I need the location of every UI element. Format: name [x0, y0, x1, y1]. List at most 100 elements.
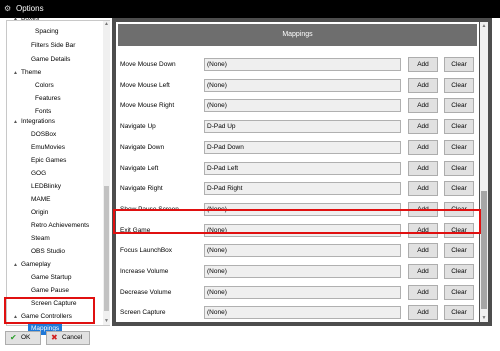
mapping-value-field[interactable]: (None) [204, 202, 401, 216]
mapping-value-field[interactable]: (None) [204, 285, 401, 299]
mapping-value-field[interactable]: (None) [204, 306, 401, 320]
mapping-label: Screen Capture [120, 309, 166, 317]
mapping-value-field[interactable]: (None) [204, 223, 401, 237]
mapping-value-field[interactable]: D-Pad Right [204, 182, 401, 196]
clear-button[interactable]: Clear [444, 222, 474, 238]
clear-button[interactable]: Clear [444, 264, 474, 279]
clear-button[interactable]: Clear [444, 181, 474, 197]
mappings-header: Mappings [118, 24, 477, 46]
sidebar-item-label: Screen Capture [31, 300, 77, 307]
sidebar-item-label: Features [35, 95, 61, 102]
mapping-row: Screen Capture (None) Add Clear [116, 303, 479, 322]
sidebar-item-label: Game Details [31, 56, 71, 63]
expand-arrow-icon[interactable]: ▲ [13, 116, 19, 128]
clear-button[interactable]: Clear [444, 98, 474, 114]
clear-button[interactable]: Clear [444, 160, 474, 176]
add-button[interactable]: Add [408, 160, 438, 176]
add-button[interactable]: Add [408, 57, 438, 72]
mapping-row: Exit Game (None) Add Clear [116, 221, 479, 241]
scroll-down-icon[interactable]: ▼ [480, 314, 488, 322]
clear-button[interactable]: Clear [444, 305, 474, 321]
clear-button[interactable]: Clear [444, 77, 474, 93]
expand-arrow-icon[interactable]: ▲ [13, 259, 19, 271]
sidebar-item-label: Colors [35, 82, 54, 89]
sidebar-item-label: Game Pause [31, 287, 69, 294]
clear-button[interactable]: Clear [444, 139, 474, 155]
cancel-button[interactable]: ✖ Cancel [46, 331, 90, 345]
mapping-row: Decrease Volume (None) Add Clear [116, 283, 479, 303]
add-button[interactable]: Add [408, 201, 438, 217]
mapping-row: Move Mouse Down (None) Add Clear [116, 55, 479, 75]
mapping-row: Navigate Left D-Pad Left Add Clear [116, 159, 479, 179]
expand-arrow-icon[interactable]: ▲ [13, 13, 19, 25]
cancel-icon: ✖ [51, 333, 58, 342]
mapping-label: Decrease Volume [120, 288, 172, 296]
sidebar-item-label: Theme [21, 69, 42, 76]
mappings-scrollbar[interactable]: ▲ ▼ [480, 22, 488, 322]
mapping-label: Show Pause Screen [120, 205, 179, 213]
sidebar-item-label: MAME [31, 196, 51, 203]
mapping-label: Navigate Left [120, 164, 159, 172]
sidebar-item-label: Retro Achievements [31, 222, 90, 229]
mapping-label: Move Mouse Right [120, 102, 175, 110]
clear-button[interactable]: Clear [444, 243, 474, 259]
add-button[interactable]: Add [408, 119, 438, 135]
sidebar-item-label: Epic Games [31, 157, 67, 164]
sidebar-item-label: Game Controllers [21, 313, 72, 320]
expand-arrow-icon[interactable]: ▲ [13, 67, 19, 79]
mapping-label: Move Mouse Left [120, 81, 170, 89]
add-button[interactable]: Add [408, 98, 438, 114]
add-button[interactable]: Add [408, 243, 438, 259]
mappings-content: Mappings Move Mouse Down (None) Add Clear Mo… [116, 22, 479, 322]
clear-button[interactable]: Clear [444, 119, 474, 135]
sidebar-item-label: Integrations [21, 118, 55, 125]
mapping-row: Navigate Up D-Pad Up Add Clear [116, 117, 479, 137]
mapping-row: Navigate Right D-Pad Right Add Clear [116, 179, 479, 199]
add-button[interactable]: Add [408, 264, 438, 279]
clear-button[interactable]: Clear [444, 284, 474, 300]
mapping-row: Increase Volume (None) Add Clear [116, 262, 479, 282]
checkmark-icon: ✔ [10, 333, 17, 342]
sidebar-scrollbar[interactable]: ▲ ▼ [103, 21, 110, 325]
add-button[interactable]: Add [408, 181, 438, 197]
mapping-value-field[interactable]: D-Pad Down [204, 140, 401, 154]
mapping-value-field[interactable]: (None) [204, 78, 401, 92]
main-panel: Mappings Move Mouse Down (None) Add Clear Mo… [112, 18, 492, 326]
add-button[interactable]: Add [408, 222, 438, 238]
options-tree: ▲ ▼ ▲ Boxes Spacing Filters Side Bar Game De… [6, 15, 110, 335]
mapping-value-field[interactable]: D-Pad Up [204, 120, 401, 134]
add-button[interactable]: Add [408, 139, 438, 155]
sidebar-item-label: OBS Studio [31, 248, 65, 255]
scroll-down-icon[interactable]: ▼ [103, 318, 110, 325]
mapping-label: Increase Volume [120, 268, 169, 275]
mapping-value-field[interactable]: (None) [204, 265, 401, 278]
sidebar-item-label: GOG [31, 170, 47, 177]
mapping-value-field[interactable]: (None) [204, 58, 401, 71]
mapping-value-field[interactable]: (None) [204, 244, 401, 258]
scroll-up-icon[interactable]: ▲ [480, 22, 488, 30]
add-button[interactable]: Add [408, 305, 438, 321]
sidebar-item-label: Filters Side Bar [31, 42, 76, 49]
mapping-label: Move Mouse Down [120, 61, 176, 68]
mapping-value-field[interactable]: (None) [204, 99, 401, 113]
app-icon: ⚙ [4, 4, 12, 13]
title-bar: ⚙ Options [0, 0, 500, 18]
sidebar-item-label: DOSBox [31, 131, 57, 138]
ok-button[interactable]: ✔ OK [5, 331, 41, 345]
mapping-label: Navigate Right [120, 185, 163, 193]
scrollbar-thumb[interactable] [104, 186, 109, 311]
sidebar-item-label: EmuMovies [31, 144, 65, 151]
sidebar-item-label: Steam [31, 235, 50, 242]
sidebar-item-label: Spacing [35, 28, 59, 35]
clear-button[interactable]: Clear [444, 57, 474, 72]
sidebar-item-label: Origin [31, 209, 49, 216]
add-button[interactable]: Add [408, 284, 438, 300]
add-button[interactable]: Add [408, 77, 438, 93]
scrollbar-thumb[interactable] [481, 191, 487, 309]
mapping-label: Exit Game [120, 226, 151, 234]
mapping-value-field[interactable]: D-Pad Left [204, 161, 401, 175]
clear-button[interactable]: Clear [444, 201, 474, 217]
scroll-up-icon[interactable]: ▲ [103, 21, 110, 28]
expand-arrow-icon[interactable]: ▲ [13, 311, 19, 323]
sidebar-item-label: Boxes [21, 15, 40, 22]
